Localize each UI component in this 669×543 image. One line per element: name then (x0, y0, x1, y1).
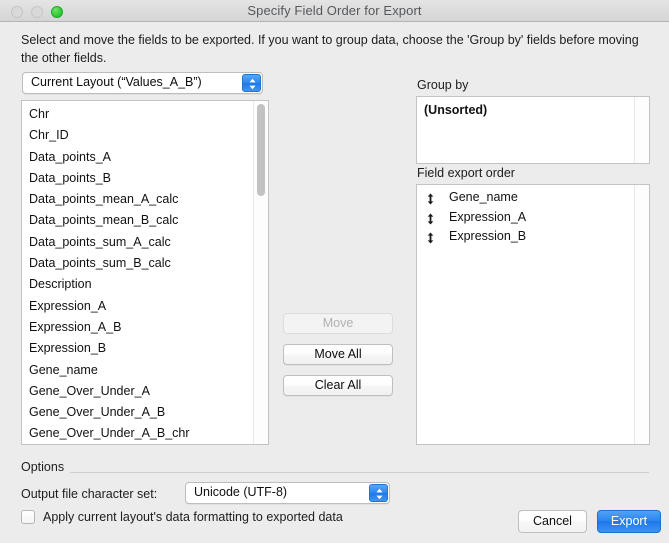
group-by-rows: (Unsorted) (417, 100, 649, 120)
field-export-order-item-label: Expression_A (449, 209, 527, 224)
chevron-updown-icon[interactable] (369, 484, 388, 502)
field-export-order-item[interactable]: Expression_B (417, 227, 649, 247)
charset-popup-button[interactable]: Unicode (UTF-8) (185, 482, 390, 504)
options-section-title: Options (21, 460, 71, 474)
field-list-item[interactable]: Expression_B (22, 338, 252, 359)
drag-updown-icon[interactable] (426, 212, 435, 224)
field-export-order-item[interactable]: Expression_A (417, 208, 649, 228)
cancel-button[interactable]: Cancel (518, 510, 587, 533)
field-list-item[interactable]: Chr (22, 104, 252, 125)
export-button[interactable]: Export (597, 510, 661, 533)
field-list-item[interactable]: Data_points_sum_A_calc (22, 232, 252, 253)
drag-updown-icon[interactable] (426, 192, 435, 205)
field-list-item[interactable]: Data_points_B (22, 168, 252, 189)
layout-popup-button[interactable]: Current Layout (“Values_A_B”) (22, 72, 263, 94)
group-by-scrollbar[interactable] (634, 97, 649, 163)
apply-formatting-label: Apply current layout's data formatting t… (43, 510, 343, 524)
charset-label: Output file character set: (21, 487, 158, 501)
field-export-order-item[interactable]: Gene_name (417, 188, 649, 208)
field-list-item[interactable]: Data_points_sum_B_calc (22, 253, 252, 274)
clear-all-button[interactable]: Clear All (283, 375, 393, 396)
field-list-scrollbar-thumb[interactable] (257, 104, 265, 196)
group-by-item[interactable]: (Unsorted) (417, 100, 649, 120)
move-all-button[interactable]: Move All (283, 344, 393, 365)
apply-formatting-checkbox[interactable] (21, 510, 35, 524)
field-list-item[interactable]: Gene_Over_Under_A_B_chr (22, 423, 252, 444)
available-fields-list[interactable]: Chr Chr_ID Data_points_A Data_points_B Data_… (21, 100, 269, 445)
field-list-scrollbar[interactable] (253, 101, 268, 444)
available-fields-rows: Chr Chr_ID Data_points_A Data_points_B Data_… (22, 104, 252, 444)
field-list-item[interactable]: Chr_ID (22, 125, 252, 146)
field-export-order-label: Field export order (417, 166, 515, 180)
group-by-label: Group by (417, 78, 469, 92)
group-by-list[interactable]: (Unsorted) (416, 96, 650, 164)
field-export-order-list[interactable]: Gene_name Expression_A Expression_B (416, 184, 650, 445)
charset-popup-value: Unicode (UTF-8) (194, 485, 288, 499)
field-list-item[interactable]: Data_points_mean_A_calc (22, 189, 252, 210)
export-field-order-dialog: Specify Field Order for Export Select an… (0, 0, 669, 543)
options-separator (21, 472, 649, 473)
field-export-order-rows: Gene_name Expression_A Expression_B (417, 188, 649, 247)
field-list-item[interactable]: Gene_Over_Under_A (22, 381, 252, 402)
instructions-text: Select and move the fields to be exporte… (21, 33, 639, 65)
field-list-item[interactable]: Expression_A_B (22, 317, 252, 338)
field-list-item[interactable]: Data_points_A (22, 147, 252, 168)
field-list-item[interactable]: Data_points_mean_B_calc (22, 210, 252, 231)
apply-formatting-row[interactable]: Apply current layout's data formatting t… (21, 510, 343, 524)
drag-updown-icon[interactable] (426, 231, 435, 244)
titlebar: Specify Field Order for Export (0, 0, 669, 22)
move-buttons-group: Move Move All Clear All (283, 313, 393, 406)
window-title: Specify Field Order for Export (247, 3, 422, 18)
field-export-order-item-label: Expression_B (449, 229, 527, 243)
layout-popup-value: Current Layout (“Values_A_B”) (31, 75, 202, 89)
field-list-item[interactable]: Expression_A (22, 296, 252, 317)
move-button[interactable]: Move (283, 313, 393, 334)
chevron-updown-icon[interactable] (242, 74, 261, 92)
field-export-order-scrollbar[interactable] (634, 185, 649, 444)
field-list-item[interactable]: Gene_name (22, 360, 252, 381)
field-list-item[interactable]: Gene_Over_Under_A_B (22, 402, 252, 423)
field-export-order-item-label: Gene_name (449, 190, 518, 204)
field-list-item[interactable]: Description (22, 274, 252, 295)
